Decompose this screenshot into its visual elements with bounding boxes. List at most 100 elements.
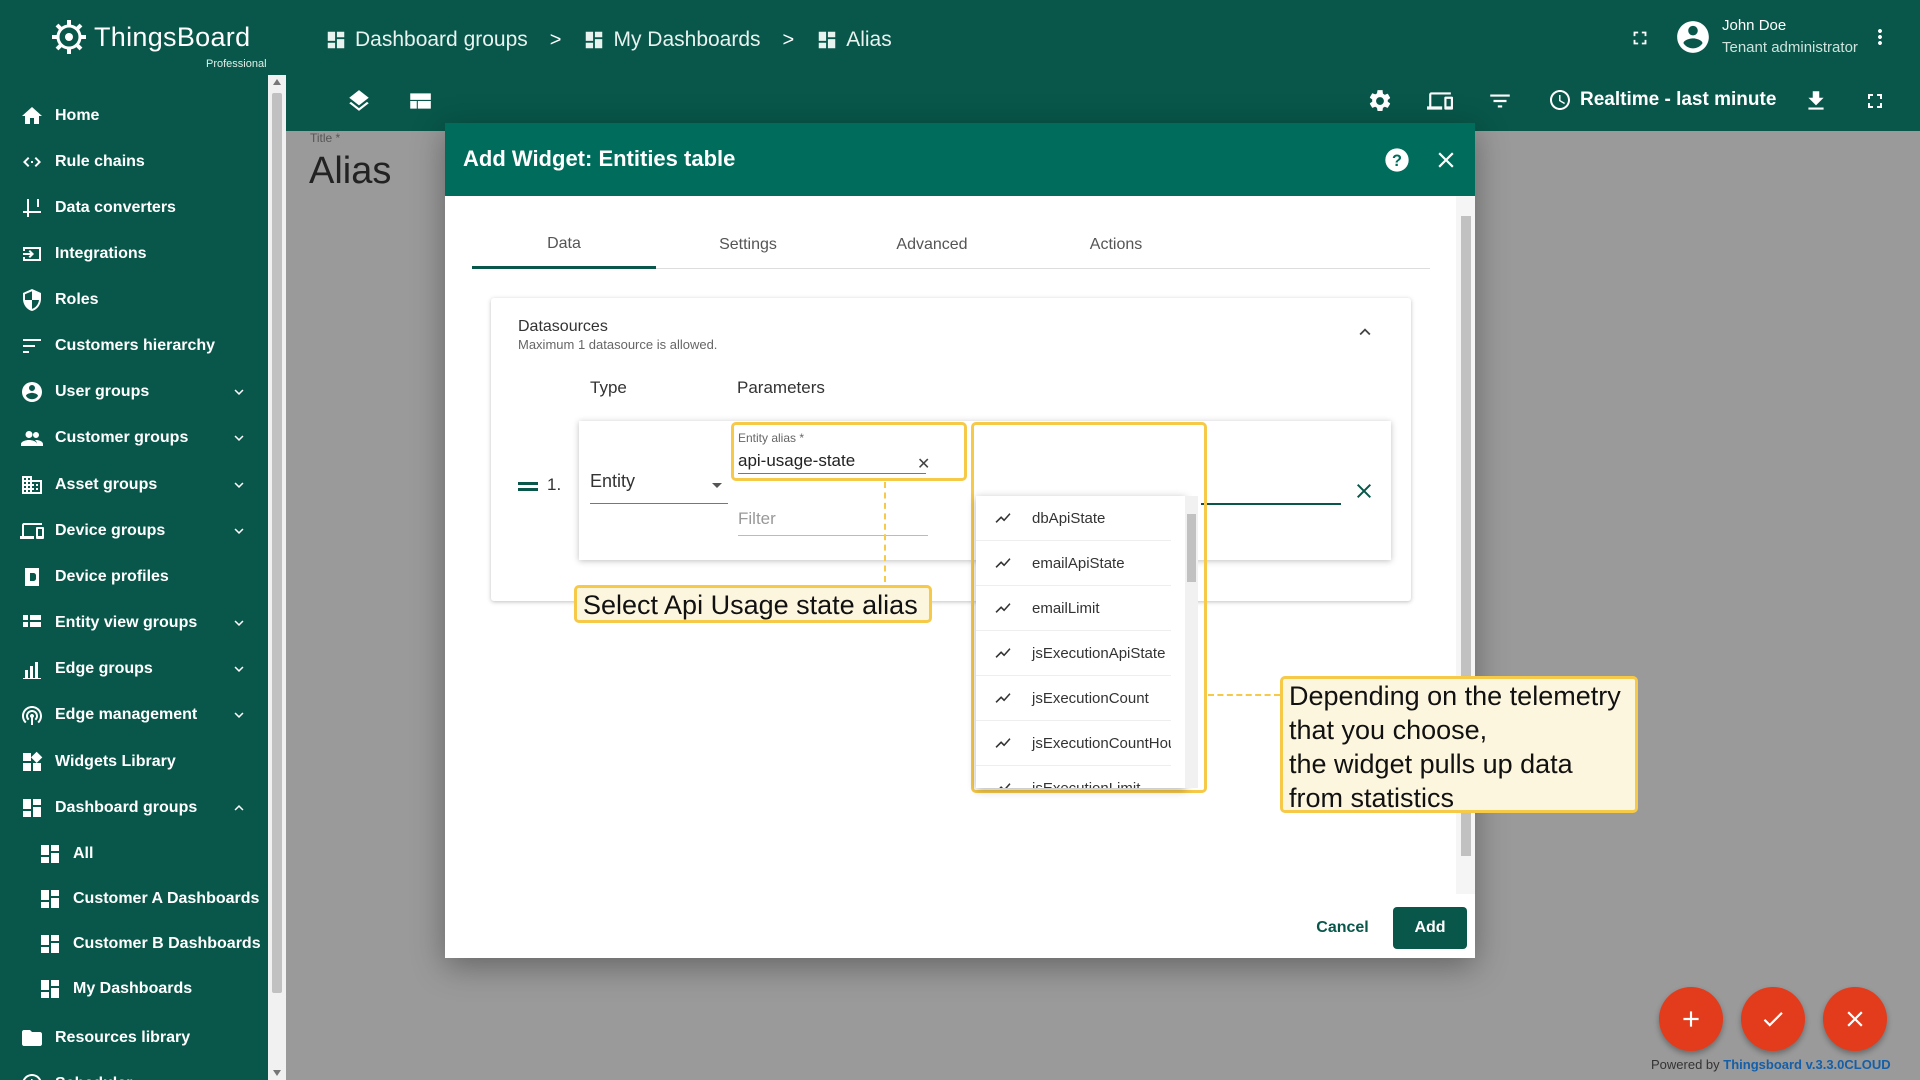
data-key-option[interactable]: emailLimit [976, 586, 1171, 631]
folder-icon [19, 1025, 45, 1051]
callout-connector [884, 482, 886, 582]
data-key-label: jsExecutionCount [1032, 689, 1149, 707]
export-button[interactable] [1801, 86, 1831, 116]
timewindow-button[interactable]: Realtime - last minute [1548, 88, 1776, 112]
datasources-hint: Maximum 1 datasource is allowed. [518, 337, 718, 352]
integrations-icon [19, 241, 45, 267]
sidebar-item-resources-library[interactable]: Resources library [0, 1016, 268, 1060]
layout-button[interactable] [405, 86, 435, 116]
scroll-up-arrow[interactable] [273, 79, 281, 85]
filters-button[interactable] [1485, 86, 1515, 116]
sidebar-scrollbar[interactable] [268, 75, 286, 1080]
add-widget-fab[interactable] [1659, 987, 1723, 1051]
sidebar-item-edge-groups[interactable]: Edge groups [0, 647, 268, 691]
sidebar-item-user-groups[interactable]: User groups [0, 370, 268, 414]
data-key-option[interactable]: jsExecutionLimit [976, 766, 1171, 788]
tab-actions[interactable]: Actions [1024, 221, 1208, 269]
chevron-down-icon[interactable] [230, 522, 248, 540]
chevron-down-icon[interactable] [230, 706, 248, 724]
dialog-close-button[interactable] [1431, 145, 1461, 175]
dashboard-title[interactable]: Alias [309, 150, 391, 193]
dashboard-icon [586, 31, 603, 49]
sidebar-item-dashboard-groups[interactable]: Dashboard groups [0, 786, 268, 830]
sidebar-item-scheduler[interactable]: Scheduler [0, 1062, 268, 1080]
sidebar-item-all[interactable]: All [0, 832, 268, 876]
remove-datasource-button[interactable] [1352, 479, 1376, 503]
chevron-down-icon[interactable] [230, 429, 248, 447]
sidebar-item-data-converters[interactable]: Data converters [0, 186, 268, 230]
sidebar-item-device-profiles[interactable]: Device profiles [0, 555, 268, 599]
powered-brand-link[interactable]: Thingsboard v.3.3.0CLOUD [1723, 1057, 1890, 1072]
sidebar-item-entity-view-groups[interactable]: Entity view groups [0, 601, 268, 645]
chevron-down-icon[interactable] [230, 614, 248, 632]
sidebar-item-customer-b-dashboards[interactable]: Customer B Dashboards [0, 922, 268, 966]
breadcrumb-label: Alias [846, 28, 892, 51]
type-select[interactable]: Entity [590, 471, 635, 492]
breadcrumb-label: Dashboard groups [355, 28, 528, 51]
tab-advanced[interactable]: Advanced [840, 221, 1024, 269]
thingsboard-logo-icon [52, 20, 86, 54]
add-button[interactable]: Add [1393, 907, 1467, 949]
chevron-down-icon[interactable] [712, 483, 722, 488]
sidebar-item-label: Customers hierarchy [55, 337, 216, 354]
data-key-label: emailLimit [1032, 599, 1100, 617]
data-key-option[interactable]: emailApiState [976, 541, 1171, 586]
layers-button[interactable] [344, 86, 374, 116]
settings-button[interactable] [1365, 86, 1395, 116]
chevron-down-icon[interactable] [230, 660, 248, 678]
logo[interactable]: ThingsBoard Professional [48, 14, 288, 70]
timeline-icon [995, 693, 1011, 703]
check-icon [1763, 1012, 1783, 1027]
chevron-up-icon[interactable] [230, 799, 248, 817]
sidebar-item-customer-a-dashboards[interactable]: Customer A Dashboards [0, 877, 268, 921]
data-key-option[interactable]: jsExecutionApiState [976, 631, 1171, 676]
sidebar-item-asset-groups[interactable]: Asset groups [0, 463, 268, 507]
sidebar-item-my-dashboards[interactable]: My Dashboards [0, 967, 268, 1011]
sidebar-item-integrations[interactable]: Integrations [0, 232, 268, 276]
sidebar-item-customers-hierarchy[interactable]: Customers hierarchy [0, 324, 268, 368]
data-key-option[interactable]: jsExecutionCountHou [976, 721, 1171, 766]
drag-handle-icon[interactable] [518, 482, 538, 492]
breadcrumb-alias[interactable]: Alias [816, 28, 892, 52]
tab-settings[interactable]: Settings [656, 221, 840, 269]
collapse-panel-button[interactable] [1353, 320, 1377, 344]
sidebar-item-home[interactable]: Home [0, 94, 268, 138]
scroll-down-arrow[interactable] [273, 1070, 281, 1076]
breadcrumb-my-dashboards[interactable]: My Dashboards [583, 28, 761, 52]
breadcrumb-dashboard-groups[interactable]: Dashboard groups [325, 28, 528, 52]
avatar[interactable] [1673, 17, 1713, 57]
sidebar-item-widgets-library[interactable]: Widgets Library [0, 740, 268, 784]
sidebar-item-rule-chains[interactable]: Rule chains [0, 140, 268, 184]
sidebar-item-device-groups[interactable]: Device groups [0, 509, 268, 553]
more-vert-icon [1878, 29, 1882, 45]
data-keys-input[interactable] [1201, 503, 1341, 505]
datasources-title: Datasources [518, 318, 608, 335]
sidebar-item-label: Resources library [55, 1029, 191, 1046]
scroll-thumb[interactable] [272, 93, 282, 993]
timewindow-label: Realtime - last minute [1580, 89, 1777, 110]
data-key-option[interactable]: dbApiState [976, 496, 1171, 541]
sidebar-item-edge-management[interactable]: Edge management [0, 693, 268, 737]
help-button[interactable]: ? [1382, 145, 1412, 175]
tab-data[interactable]: Data [472, 221, 656, 269]
cancel-edit-fab[interactable] [1823, 987, 1887, 1051]
user-menu-button[interactable] [1868, 22, 1892, 52]
save-dashboard-fab[interactable] [1741, 987, 1805, 1051]
fullscreen-button[interactable] [1626, 24, 1654, 52]
filter-input[interactable]: Filter [738, 509, 776, 529]
dashboard-fullscreen-button[interactable] [1860, 86, 1890, 116]
plus-icon [1683, 1011, 1699, 1027]
dropdown-scrollbar[interactable] [1185, 496, 1198, 788]
chevron-down-icon[interactable] [230, 383, 248, 401]
chevron-up-icon [1359, 328, 1371, 336]
cancel-button[interactable]: Cancel [1295, 913, 1390, 943]
data-key-label: emailApiState [1032, 554, 1125, 572]
chevron-down-icon[interactable] [230, 476, 248, 494]
edge-groups-icon [19, 656, 45, 682]
data-key-option[interactable]: jsExecutionCount [976, 676, 1171, 721]
entity-aliases-button[interactable] [1425, 86, 1455, 116]
scroll-thumb[interactable] [1187, 514, 1196, 582]
sidebar-item-customer-groups[interactable]: Customer groups [0, 416, 268, 460]
add-widget-dialog: Add Widget: Entities table ? Data Settin… [445, 123, 1475, 958]
sidebar-item-roles[interactable]: Roles [0, 278, 268, 322]
